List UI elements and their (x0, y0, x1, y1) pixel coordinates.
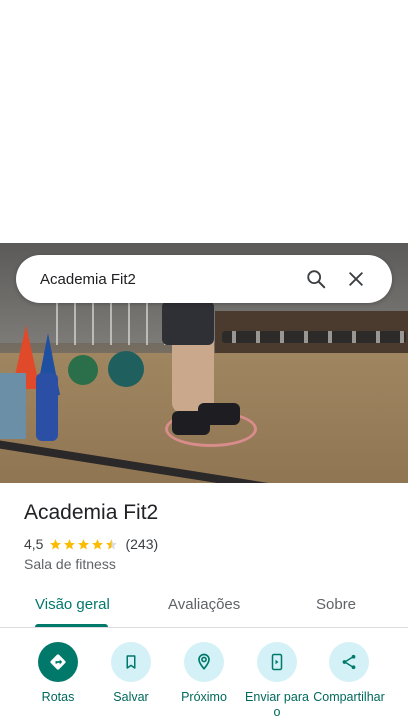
rating-value: 4,5 (24, 536, 44, 552)
place-category: Sala de fitness (24, 556, 116, 572)
photo-shoe-right (198, 403, 240, 425)
photo-pole (36, 373, 58, 441)
directions-icon (38, 642, 78, 682)
photo-dumbbells (222, 331, 406, 343)
nearby-label: Próximo (181, 690, 227, 704)
star-icon (64, 538, 76, 549)
map-area (0, 0, 408, 243)
place-title: Academia Fit2 (24, 501, 159, 524)
tab-about[interactable]: Sobre (316, 596, 356, 613)
search-icon[interactable] (296, 259, 336, 299)
rating-row[interactable]: 4,5 (243) (24, 536, 158, 552)
share-label: Compartilhar (313, 690, 385, 704)
photo-bin (0, 373, 26, 439)
review-count[interactable]: (243) (125, 536, 158, 552)
nearby-icon (184, 642, 224, 682)
star-icon (78, 538, 90, 549)
photo-ball-green (68, 355, 98, 385)
search-input[interactable]: Academia Fit2 (40, 271, 296, 288)
save-label: Salvar (113, 690, 149, 704)
directions-button[interactable]: Rotas (18, 642, 98, 705)
share-icon (329, 642, 369, 682)
bookmark-icon (111, 642, 151, 682)
star-half-icon (106, 538, 118, 549)
photo-person-shorts (162, 301, 214, 345)
nearby-button[interactable]: Próximo (164, 642, 244, 705)
photo-ball-teal (108, 351, 144, 387)
tab-indicator (35, 624, 108, 627)
send-to-phone-label: Enviar para o (245, 690, 309, 719)
close-icon[interactable] (336, 259, 376, 299)
star-icon (50, 538, 62, 549)
action-row: Rotas Salvar Próximo Enviar para o Compa… (0, 640, 408, 726)
rating-stars (49, 538, 119, 551)
share-button[interactable]: Compartilhar (309, 642, 389, 705)
send-to-phone-icon (257, 642, 297, 682)
save-button[interactable]: Salvar (91, 642, 171, 705)
star-icon (92, 538, 104, 549)
tab-reviews[interactable]: Avaliações (168, 596, 240, 613)
directions-label: Rotas (41, 690, 75, 704)
tab-bar: Visão geral Avaliações Sobre (0, 585, 408, 628)
search-bar[interactable]: Academia Fit2 (16, 255, 392, 303)
send-to-phone-button[interactable]: Enviar para o (237, 642, 317, 720)
tab-overview[interactable]: Visão geral (35, 596, 110, 613)
